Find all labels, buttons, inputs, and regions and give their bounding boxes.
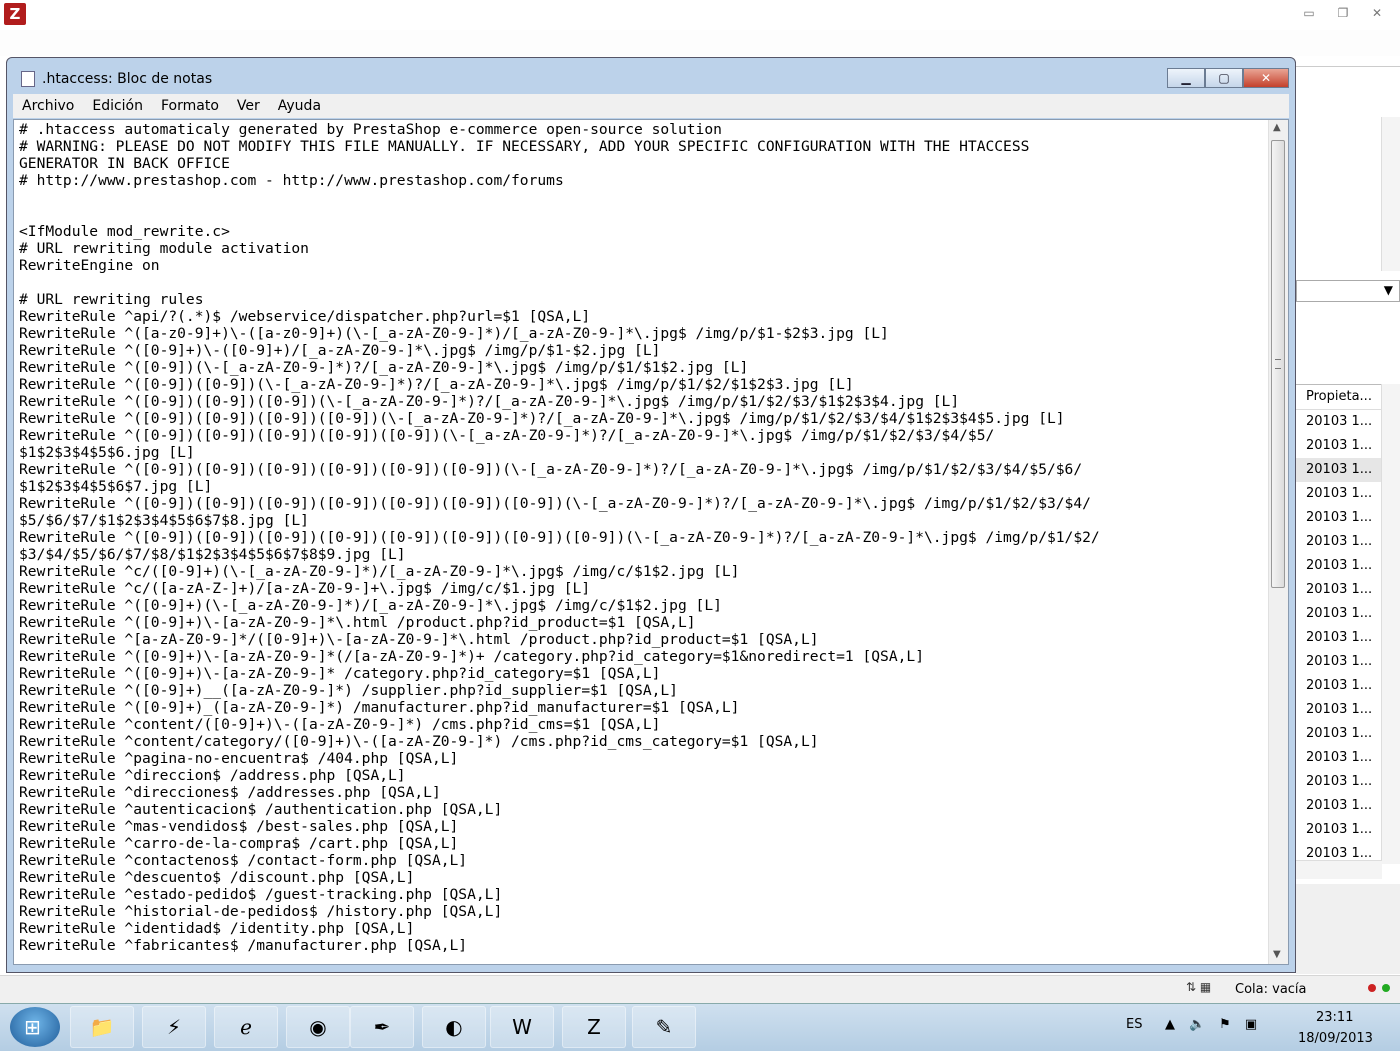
scroll-up-icon[interactable]: ▲ [1273, 122, 1281, 133]
menu-bar: Archivo Edición Formato Ver Ayuda [13, 94, 1289, 118]
menu-ver[interactable]: Ver [228, 98, 269, 114]
taskbar-word-icon[interactable]: W [490, 1006, 554, 1048]
taskbar-firefox-icon[interactable]: ◐ [422, 1006, 486, 1048]
window-title: .htaccess: Bloc de notas [42, 71, 213, 87]
filezilla-right-panel: ▼ Propieta... 20103 1... 20103 1... 20103 … [1296, 66, 1400, 986]
notepad-titlebar[interactable]: .htaccess: Bloc de notas ▁ ▢ ✕ [7, 58, 1295, 94]
taskbar-filezilla-icon[interactable]: Z [562, 1006, 626, 1048]
menu-formato[interactable]: Formato [152, 98, 228, 114]
remote-list-hscrollbar[interactable] [1296, 860, 1382, 879]
vertical-scrollbar[interactable]: ▲ ▼ [1268, 120, 1288, 964]
menu-ayuda[interactable]: Ayuda [269, 98, 330, 114]
clock-time[interactable]: 23:11 [1316, 1010, 1353, 1025]
scroll-thumb[interactable] [1271, 140, 1285, 588]
filezilla-toolbar [0, 30, 1400, 56]
grip-icon [1275, 359, 1281, 369]
filezilla-minimize-button[interactable]: ▭ [1294, 4, 1324, 22]
file-content[interactable]: # .htaccess automaticaly generated by Pr… [19, 121, 1263, 956]
notepad-window-controls: ▁ ▢ ✕ [1167, 68, 1289, 88]
local-tree-scrollbar[interactable] [1381, 117, 1400, 271]
scroll-down-icon[interactable]: ▼ [1273, 949, 1281, 960]
filezilla-window-controls: ▭ ❐ ✕ [1294, 4, 1392, 22]
chevron-down-icon: ▼ [1383, 283, 1393, 297]
taskbar-ie-icon[interactable]: ℯ [214, 1006, 278, 1048]
language-indicator[interactable]: ES [1126, 1017, 1142, 1032]
filezilla-maximize-button[interactable]: ❐ [1328, 4, 1358, 22]
text-editor-area[interactable]: # .htaccess automaticaly generated by Pr… [13, 119, 1289, 965]
taskbar-quill-icon[interactable]: ✒ [350, 1006, 414, 1048]
menu-archivo[interactable]: Archivo [13, 98, 83, 114]
filezilla-close-button[interactable]: ✕ [1362, 4, 1392, 22]
notepad-icon [21, 71, 35, 87]
filezilla-app-icon: Z [4, 3, 26, 25]
filezilla-titlebar[interactable]: Z ▭ ❐ ✕ [0, 0, 1400, 30]
menu-edicion[interactable]: Edición [83, 98, 152, 114]
maximize-button[interactable]: ▢ [1205, 68, 1243, 88]
minimize-button[interactable]: ▁ [1167, 68, 1205, 88]
filezilla-statusbar: ⇅ ▦ Cola: vacía [0, 975, 1400, 1004]
taskbar-explorer-icon[interactable]: 📁 [70, 1006, 134, 1048]
taskbar-notepad-icon[interactable]: ✎ [632, 1006, 696, 1048]
taskbar-spotify-icon[interactable]: ◉ [286, 1006, 350, 1048]
clock-date[interactable]: 18/09/2013 [1298, 1031, 1373, 1046]
remote-list-scrollbar[interactable] [1381, 384, 1400, 864]
notepad-window: .htaccess: Bloc de notas ▁ ▢ ✕ Archivo E… [6, 57, 1296, 973]
activity-leds [1368, 984, 1390, 992]
led-green-icon [1382, 984, 1390, 992]
queue-pane [1296, 884, 1400, 974]
close-button[interactable]: ✕ [1243, 68, 1289, 88]
queue-status: Cola: vacía [1235, 982, 1307, 997]
remote-path-dropdown[interactable]: ▼ [1296, 280, 1400, 302]
windows-logo-icon: ⊞ [24, 1015, 41, 1039]
taskbar: ⊞ 📁 ⚡ ℯ ◉ ✒ ◐ W Z ✎ ES ▲🔈⚑▣ 23:11 18/09/… [0, 1003, 1400, 1051]
taskbar-winamp-icon[interactable]: ⚡ [142, 1006, 206, 1048]
system-tray-icons[interactable]: ▲🔈⚑▣ [1165, 1017, 1271, 1032]
queue-icons: ⇅ ▦ [1186, 980, 1212, 994]
led-red-icon [1368, 984, 1376, 992]
local-tree-pane [1296, 66, 1400, 271]
start-button[interactable]: ⊞ [10, 1007, 60, 1047]
